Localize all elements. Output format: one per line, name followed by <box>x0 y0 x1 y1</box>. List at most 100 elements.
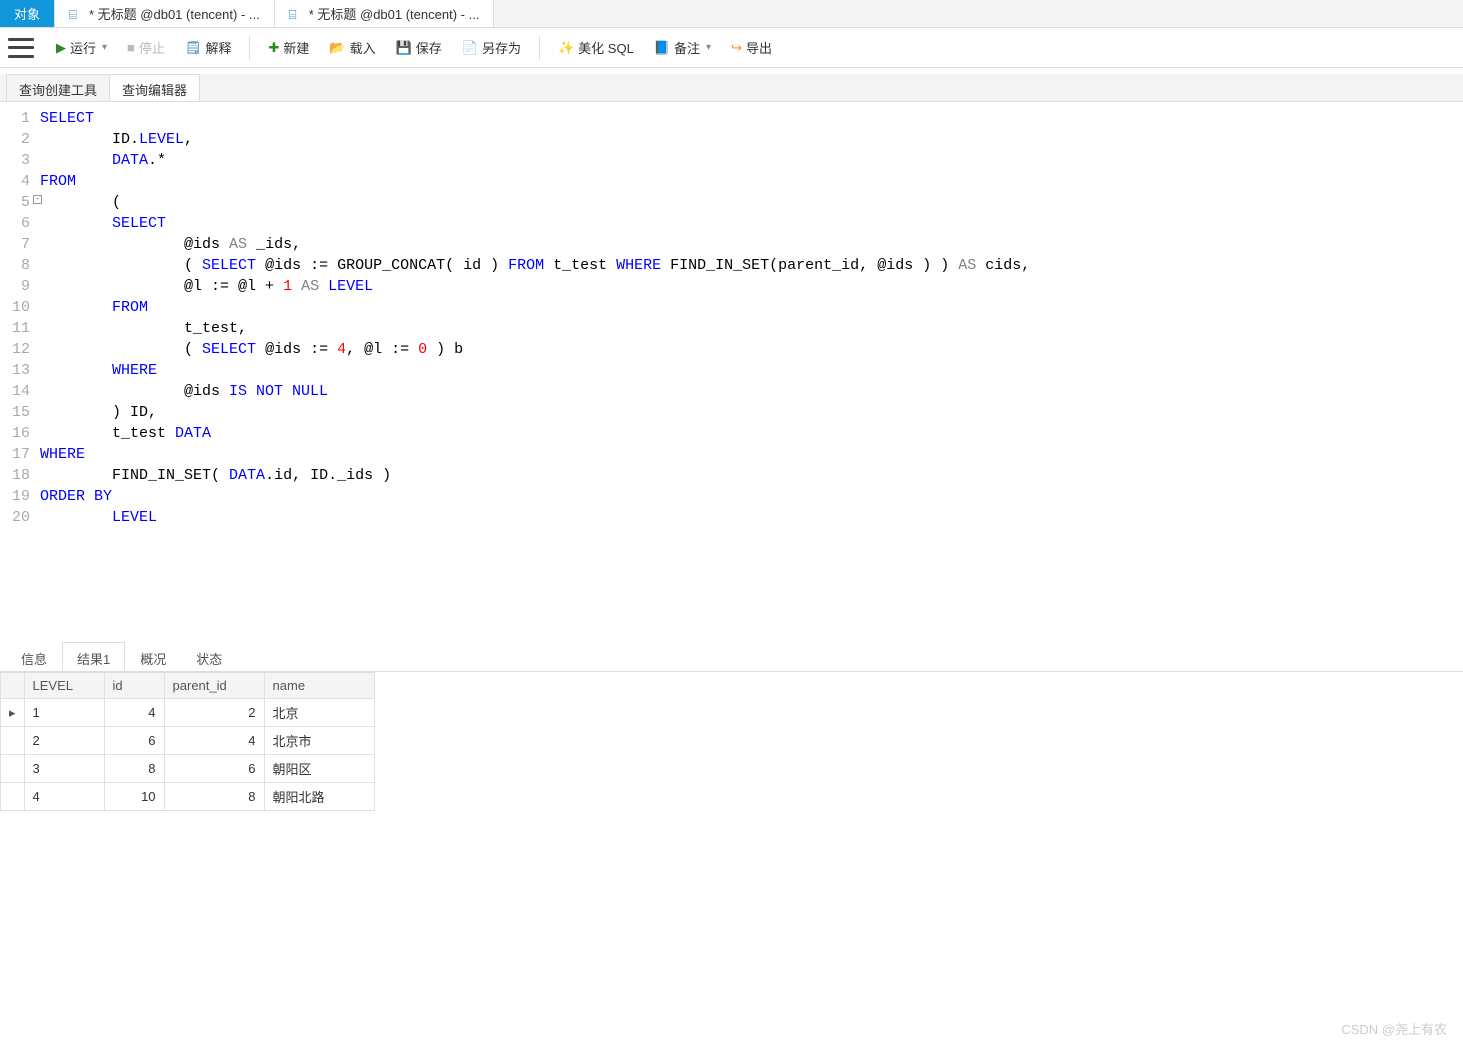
watermark: CSDN @尧上有农 <box>1341 1019 1447 1038</box>
table-row[interactable]: 386朝阳区 <box>1 755 375 783</box>
table-row[interactable]: 264北京市 <box>1 727 375 755</box>
cell-id: 8 <box>104 755 164 783</box>
sub-tab[interactable]: 查询编辑器 <box>109 74 200 101</box>
cell-parent-id: 6 <box>164 755 264 783</box>
cell-id: 6 <box>104 727 164 755</box>
line-number: 14 <box>0 381 40 402</box>
table-row[interactable]: ▸142北京 <box>1 699 375 727</box>
separator <box>249 36 250 60</box>
cell-name: 北京 <box>264 699 374 727</box>
line-number: 2 <box>0 129 40 150</box>
export-icon: ↪ <box>731 40 742 56</box>
cell-name: 朝阳北路 <box>264 783 374 811</box>
grid-header-row: LEVELidparent_idname <box>1 673 375 699</box>
fold-toggle-icon[interactable]: - <box>33 195 42 204</box>
result-tab[interactable]: 状态 <box>181 642 237 671</box>
result-tab[interactable]: 概况 <box>125 642 181 671</box>
code-text: WHERE <box>40 444 85 465</box>
sql-editor[interactable]: 1SELECT2 ID.LEVEL,3 DATA.* 4FROM5- (6 SE… <box>0 102 1463 632</box>
editor-line[interactable]: 15 ) ID, <box>0 402 1463 423</box>
code-text: SELECT <box>40 213 166 234</box>
line-number: 19 <box>0 486 40 507</box>
code-text: t_test DATA <box>40 423 211 444</box>
line-number: 15 <box>0 402 40 423</box>
code-text: ( SELECT @ids := GROUP_CONCAT( id ) FROM… <box>40 255 1030 276</box>
code-text: @ids AS _ids, <box>40 234 301 255</box>
editor-line[interactable]: 12 ( SELECT @ids := 4, @l := 0 ) b <box>0 339 1463 360</box>
sub-tab[interactable]: 查询创建工具 <box>6 74 110 101</box>
grid-column-header[interactable]: id <box>104 673 164 699</box>
editor-line[interactable]: 7 @ids AS _ids, <box>0 234 1463 255</box>
code-text: FIND_IN_SET( DATA.id, ID._ids ) <box>40 465 400 486</box>
code-text: FROM <box>40 171 76 192</box>
editor-line[interactable]: 8 ( SELECT @ids := GROUP_CONCAT( id ) FR… <box>0 255 1463 276</box>
separator <box>539 36 540 60</box>
editor-line[interactable]: 10 FROM <box>0 297 1463 318</box>
editor-line[interactable]: 20 LEVEL <box>0 507 1463 528</box>
editor-line[interactable]: 6 SELECT <box>0 213 1463 234</box>
editor-line[interactable]: 19ORDER BY <box>0 486 1463 507</box>
editor-line[interactable]: 16 t_test DATA <box>0 423 1463 444</box>
line-number: 8 <box>0 255 40 276</box>
result-tab[interactable]: 信息 <box>6 642 62 671</box>
folder-icon: 📂 <box>329 40 345 56</box>
code-text: @l := @l + 1 AS LEVEL <box>40 276 373 297</box>
results-grid[interactable]: LEVELidparent_idname▸142北京264北京市386朝阳区41… <box>0 672 375 811</box>
beautify-button[interactable]: ✨美化 SQL <box>550 34 642 61</box>
result-tab[interactable]: 结果1 <box>62 642 125 671</box>
file-tab-label: * 无标题 @db01 (tencent) - ... <box>309 4 480 23</box>
notes-icon: 📘 <box>654 40 670 56</box>
editor-line[interactable]: 9 @l := @l + 1 AS LEVEL <box>0 276 1463 297</box>
export-button[interactable]: ↪导出 <box>723 34 780 61</box>
toolbar: ▶运行▾ ■停止 🗒解释 ✚新建 📂载入 💾保存 📄另存为 ✨美化 SQL 📘备… <box>0 28 1463 68</box>
code-text: LEVEL <box>40 507 157 528</box>
table-row[interactable]: 4108朝阳北路 <box>1 783 375 811</box>
line-number: 10 <box>0 297 40 318</box>
wand-icon: ✨ <box>558 40 574 56</box>
row-indicator-icon <box>1 783 25 811</box>
row-indicator-icon <box>1 755 25 783</box>
editor-sub-tabs: 查询创建工具查询编辑器 <box>0 74 1463 102</box>
hamburger-menu-icon[interactable] <box>8 38 34 58</box>
grid-column-header[interactable]: LEVEL <box>24 673 104 699</box>
notes-button[interactable]: 📘备注▾ <box>646 34 719 61</box>
stop-button[interactable]: ■停止 <box>119 34 173 61</box>
new-button[interactable]: ✚新建 <box>260 34 317 61</box>
line-number: 6 <box>0 213 40 234</box>
load-button[interactable]: 📂载入 <box>321 34 383 61</box>
editor-line[interactable]: 4FROM <box>0 171 1463 192</box>
file-tabs: 对象⌸* 无标题 @db01 (tencent) - ...⌸* 无标题 @db… <box>0 0 1463 28</box>
indicator-header <box>1 673 25 699</box>
save-as-icon: 📄 <box>462 40 478 56</box>
editor-line[interactable]: 11 t_test, <box>0 318 1463 339</box>
file-tab[interactable]: 对象 <box>0 0 55 27</box>
explain-button[interactable]: 🗒解释 <box>177 34 240 61</box>
grid-column-header[interactable]: name <box>264 673 374 699</box>
plus-icon: ✚ <box>268 40 279 56</box>
file-tab[interactable]: ⌸* 无标题 @db01 (tencent) - ... <box>275 0 495 27</box>
editor-line[interactable]: 5- ( <box>0 192 1463 213</box>
line-number: 20 <box>0 507 40 528</box>
code-text: @ids IS NOT NULL <box>40 381 328 402</box>
editor-line[interactable]: 3 DATA.* <box>0 150 1463 171</box>
explain-icon: 🗒 <box>185 40 202 56</box>
line-number: 17 <box>0 444 40 465</box>
editor-line[interactable]: 2 ID.LEVEL, <box>0 129 1463 150</box>
code-text: WHERE <box>40 360 157 381</box>
save-as-button[interactable]: 📄另存为 <box>454 34 529 61</box>
run-button[interactable]: ▶运行▾ <box>48 34 115 61</box>
cell-parent-id: 8 <box>164 783 264 811</box>
line-number: 7 <box>0 234 40 255</box>
editor-line[interactable]: 17WHERE <box>0 444 1463 465</box>
line-number: 5- <box>0 192 40 213</box>
file-tab[interactable]: ⌸* 无标题 @db01 (tencent) - ... <box>55 0 275 27</box>
line-number: 18 <box>0 465 40 486</box>
editor-line[interactable]: 1SELECT <box>0 108 1463 129</box>
editor-line[interactable]: 14 @ids IS NOT NULL <box>0 381 1463 402</box>
grid-column-header[interactable]: parent_id <box>164 673 264 699</box>
cell-level: 1 <box>24 699 104 727</box>
save-button[interactable]: 💾保存 <box>388 34 450 61</box>
editor-line[interactable]: 18 FIND_IN_SET( DATA.id, ID._ids ) <box>0 465 1463 486</box>
editor-line[interactable]: 13 WHERE <box>0 360 1463 381</box>
stop-icon: ■ <box>127 40 135 55</box>
